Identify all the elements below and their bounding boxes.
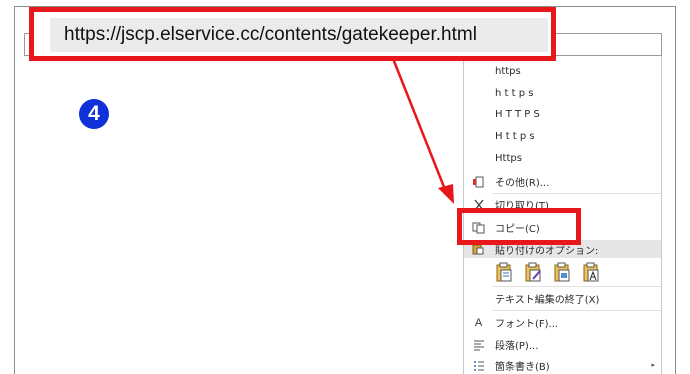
- paste-merge-format-icon[interactable]: [524, 262, 544, 284]
- menu-item-font[interactable]: A フォント(F)...: [464, 312, 661, 333]
- menu-item-bullets[interactable]: 箇条書き(B) ▸: [464, 355, 661, 374]
- spelling-suggestion[interactable]: Https: [464, 148, 661, 169]
- menu-item-more[interactable]: その他(R)...: [464, 171, 661, 192]
- more-icon: [472, 175, 485, 188]
- paste-options-icon: [472, 243, 484, 258]
- url-text[interactable]: https://jscp.elservice.cc/contents/gatek…: [50, 18, 548, 52]
- menu-item-label: その他(R)...: [495, 178, 550, 189]
- spelling-suggestion[interactable]: h t t p s: [464, 83, 661, 104]
- menu-item-label: フォント(F)...: [495, 319, 559, 330]
- suggestion-label: H T T P S: [495, 109, 540, 120]
- menu-item-end-text-edit[interactable]: テキスト編集の終了(X): [464, 288, 661, 309]
- menu-item-label: 段落(P)...: [495, 341, 539, 352]
- submenu-arrow-icon: ▸: [651, 361, 655, 369]
- step-number-badge: 4: [79, 99, 109, 129]
- suggestion-label: Https: [495, 153, 522, 164]
- font-icon: A: [474, 316, 483, 329]
- paste-text-only-icon[interactable]: [582, 262, 602, 284]
- suggestion-label: h t t p s: [495, 88, 534, 99]
- spelling-suggestion[interactable]: https: [464, 61, 661, 82]
- suggestion-label: https: [495, 66, 521, 77]
- menu-separator: [492, 286, 661, 287]
- menu-item-label: 箇条書き(B): [495, 362, 550, 373]
- menu-item-paragraph[interactable]: 段落(P)...: [464, 334, 661, 355]
- bullets-icon: [472, 359, 485, 372]
- menu-item-label: テキスト編集の終了(X): [495, 295, 600, 306]
- paragraph-icon: [472, 338, 485, 351]
- menu-separator: [492, 310, 661, 311]
- suggestion-label: H t t p s: [495, 131, 535, 142]
- paste-keep-format-icon[interactable]: [495, 262, 515, 284]
- url-highlight-box: https://jscp.elservice.cc/contents/gatek…: [29, 7, 556, 61]
- spelling-suggestion[interactable]: H T T P S: [464, 104, 661, 125]
- paste-options-row: [492, 258, 632, 286]
- paste-picture-icon[interactable]: [553, 262, 573, 284]
- copy-highlight-box: [457, 208, 581, 245]
- spelling-suggestion[interactable]: H t t p s: [464, 126, 661, 147]
